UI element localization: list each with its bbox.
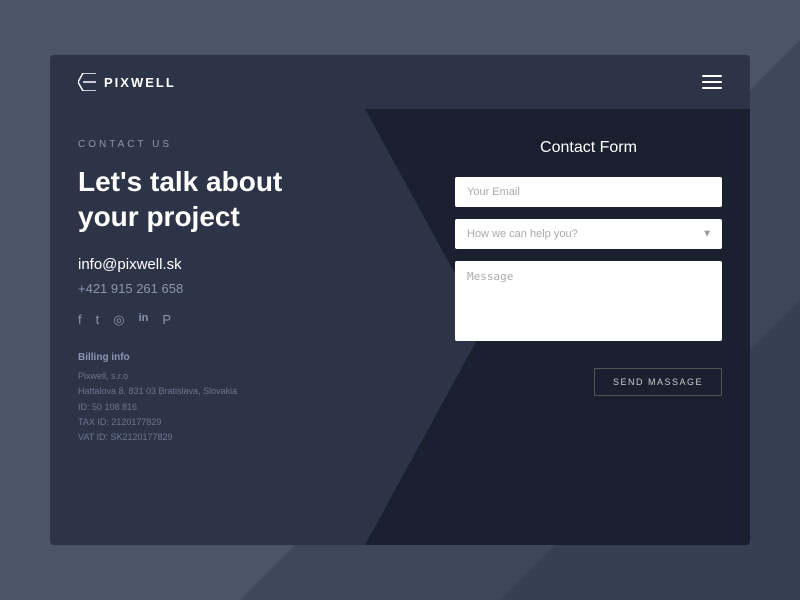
facebook-icon[interactable]: f bbox=[78, 312, 82, 328]
form-title: Contact Form bbox=[540, 139, 637, 157]
email-address: info@pixwell.sk bbox=[78, 256, 405, 273]
main-card: PIXWELL CONTACT US Let's talk about your… bbox=[50, 55, 750, 545]
social-icons: f t ◎ in P bbox=[78, 312, 405, 328]
pinterest-icon[interactable]: P bbox=[162, 312, 171, 328]
billing-line-4: TAX ID: 2120177829 bbox=[78, 415, 405, 430]
logo-text: PIXWELL bbox=[104, 75, 176, 90]
left-column: CONTACT US Let's talk about your project… bbox=[50, 109, 435, 545]
billing-line-3: ID: 50 108 816 bbox=[78, 400, 405, 415]
billing-info: Billing info Pixwell, s.r.o Hattalova 8,… bbox=[78, 352, 405, 445]
contact-us-label: CONTACT US bbox=[78, 139, 405, 150]
billing-line-1: Pixwell, s.r.o bbox=[78, 369, 405, 384]
headline: Let's talk about your project bbox=[78, 164, 405, 234]
hamburger-line-2 bbox=[702, 81, 722, 83]
twitter-icon[interactable]: t bbox=[96, 312, 100, 328]
billing-line-2: Hattalova 8, 831 03 Bratislava, Slovakia bbox=[78, 384, 405, 399]
message-field-group bbox=[455, 261, 722, 346]
billing-details: Pixwell, s.r.o Hattalova 8, 831 03 Brati… bbox=[78, 369, 405, 445]
hamburger-line-1 bbox=[702, 75, 722, 77]
header: PIXWELL bbox=[50, 55, 750, 109]
logo-icon bbox=[78, 73, 96, 91]
billing-line-5: VAT ID: SK2120177829 bbox=[78, 430, 405, 445]
send-button[interactable]: SEND MASSAGE bbox=[594, 368, 722, 396]
service-select[interactable]: How we can help you? Web Design Developm… bbox=[455, 219, 722, 249]
linkedin-icon[interactable]: in bbox=[139, 312, 149, 328]
service-field-group: How we can help you? Web Design Developm… bbox=[455, 219, 722, 249]
main-content: CONTACT US Let's talk about your project… bbox=[50, 109, 750, 545]
headline-line1: Let's talk about bbox=[78, 166, 282, 197]
message-textarea[interactable] bbox=[455, 261, 722, 341]
hamburger-line-3 bbox=[702, 87, 722, 89]
billing-title: Billing info bbox=[78, 352, 405, 363]
right-column: Contact Form How we can help you? Web De… bbox=[435, 109, 750, 545]
email-input[interactable] bbox=[455, 177, 722, 207]
phone-number: +421 915 261 658 bbox=[78, 281, 405, 296]
hamburger-menu[interactable] bbox=[702, 75, 722, 89]
headline-line2: your project bbox=[78, 201, 240, 232]
instagram-icon[interactable]: ◎ bbox=[113, 312, 124, 328]
logo: PIXWELL bbox=[78, 73, 176, 91]
email-field-group bbox=[455, 177, 722, 207]
